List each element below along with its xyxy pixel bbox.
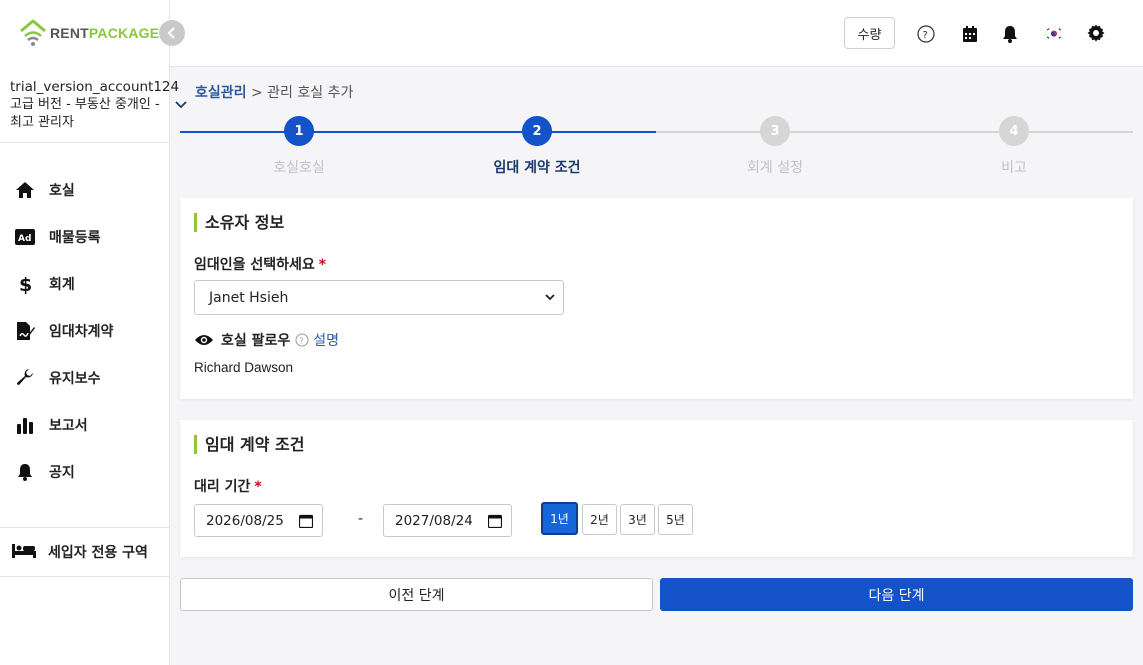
step-2-circle[interactable]: 2 xyxy=(522,116,552,146)
date-range-dash: - xyxy=(358,511,364,527)
breadcrumb-parent-link[interactable]: 호실관리 xyxy=(195,85,247,101)
follower-name: Richard Dawson xyxy=(194,360,294,375)
sidebar-item-label: 호실 xyxy=(49,182,75,199)
bed-icon xyxy=(12,542,36,562)
help-icon[interactable]: ? xyxy=(916,24,936,44)
sidebar-item-label: 공지 xyxy=(49,464,75,481)
brand-logo[interactable]: RENTPACKAGE xyxy=(18,18,159,48)
follow-label: 호실 팔로우 xyxy=(221,333,291,349)
svg-text:Ad: Ad xyxy=(18,234,31,244)
account-username: trial_version_account124 xyxy=(10,79,180,95)
quantity-button[interactable]: 수량 xyxy=(844,17,895,49)
chevron-left-icon xyxy=(167,27,175,39)
svg-text:?: ? xyxy=(923,30,928,41)
breadcrumb-current: 관리 호실 추가 xyxy=(267,85,354,101)
sidebar-item-label: 회계 xyxy=(49,276,75,293)
required-mark: * xyxy=(318,257,327,273)
sidebar-item-reports[interactable]: 보고서 xyxy=(0,401,170,448)
step-3-label: 회계 설정 xyxy=(747,160,803,176)
house-wifi-logo-icon xyxy=(18,19,48,47)
step-1-label: 호실호실 xyxy=(273,160,325,176)
tenant-zone-link[interactable]: 세입자 전용 구역 xyxy=(0,527,170,577)
sidebar-item-label: 임대차계약 xyxy=(49,323,114,340)
lease-terms-card: 임대 계약 조건 대리 기간 * 2026/08/25 - 2027/08/24 … xyxy=(180,420,1133,557)
end-date-input[interactable]: 2027/08/24 xyxy=(383,504,512,537)
step-progress: 1 호실호실 2 임대 계약 조건 3 회계 설정 4 비고 xyxy=(180,116,1133,180)
sidebar-item-label: 매물등록 xyxy=(49,229,101,246)
brand-name-part1: RENT xyxy=(50,25,89,41)
sidebar-item-accounting[interactable]: $ 회계 xyxy=(0,260,170,307)
svg-text:$: $ xyxy=(19,274,32,294)
sidebar-nav: 호실 Ad 매물등록 $ 회계 임대차계약 유지보수 보고서 공지 xyxy=(0,166,170,495)
account-info: trial_version_account124 고급 버전 - 부동산 중개인… xyxy=(10,78,180,132)
owner-info-card: 소유자 정보 임대인을 선택하세요 * Janet Hsieh 호실 팔로우 ? … xyxy=(180,198,1133,399)
top-bar: 수량 ? xyxy=(170,0,1143,67)
start-date-input[interactable]: 2026/08/25 xyxy=(194,504,323,537)
chevron-down-icon[interactable] xyxy=(174,98,188,112)
breadcrumb: 호실관리 > 관리 호실 추가 xyxy=(195,82,353,102)
end-date-value: 2027/08/24 xyxy=(395,512,473,529)
owner-card-title: 소유자 정보 xyxy=(194,213,284,232)
breadcrumb-separator: > xyxy=(246,85,268,101)
year-2-button[interactable]: 2년 xyxy=(582,504,617,535)
chevron-down-icon xyxy=(545,294,555,301)
brand-name-part2: PACKAGE xyxy=(88,25,160,41)
start-date-value: 2026/08/25 xyxy=(206,512,284,529)
step-2-label: 임대 계약 조건 xyxy=(493,160,581,176)
sidebar-item-rooms[interactable]: 호실 xyxy=(0,166,170,213)
ad-icon: Ad xyxy=(14,226,36,248)
help-link[interactable]: 설명 xyxy=(313,330,339,350)
year-3-button[interactable]: 3년 xyxy=(620,504,655,535)
next-step-button[interactable]: 다음 단계 xyxy=(660,578,1133,611)
landlord-field-label: 임대인을 선택하세요 * xyxy=(194,254,326,274)
sidebar-item-leases[interactable]: 임대차계약 xyxy=(0,307,170,354)
bell-icon xyxy=(14,461,36,483)
step-line-complete xyxy=(180,131,656,133)
wrench-icon xyxy=(14,367,36,389)
calendar-icon[interactable] xyxy=(960,24,980,44)
sidebar-item-notices[interactable]: 공지 xyxy=(0,448,170,495)
sidebar-item-label: 보고서 xyxy=(49,417,88,434)
eye-icon[interactable] xyxy=(194,333,214,347)
tenant-zone-label: 세입자 전용 구역 xyxy=(48,545,148,561)
follow-row: 호실 팔로우 ? 설명 xyxy=(194,330,339,350)
landlord-select[interactable]: Janet Hsieh xyxy=(194,280,564,315)
sidebar-item-label: 유지보수 xyxy=(49,370,101,387)
year-5-button[interactable]: 5년 xyxy=(658,504,693,535)
divider xyxy=(0,142,170,143)
svg-text:?: ? xyxy=(300,337,304,346)
step-4-circle[interactable]: 4 xyxy=(999,116,1029,146)
landlord-selected-value: Janet Hsieh xyxy=(209,289,289,306)
lease-card-title: 임대 계약 조건 xyxy=(194,435,304,454)
collapse-sidebar-button[interactable] xyxy=(159,20,185,46)
notification-bell-icon[interactable] xyxy=(1000,24,1020,44)
period-label-text: 대리 기간 xyxy=(194,479,251,495)
account-role: 최고 관리자 xyxy=(10,115,74,130)
calendar-icon[interactable] xyxy=(488,514,502,528)
sidebar-item-listings[interactable]: Ad 매물등록 xyxy=(0,213,170,260)
bar-chart-icon xyxy=(14,414,36,436)
korea-flag-icon[interactable] xyxy=(1044,23,1064,43)
contract-icon xyxy=(14,320,36,342)
dollar-icon: $ xyxy=(14,273,36,295)
settings-gear-icon[interactable] xyxy=(1086,23,1106,43)
step-1-circle[interactable]: 1 xyxy=(284,116,314,146)
year-1-button[interactable]: 1년 xyxy=(541,502,578,535)
calendar-icon[interactable] xyxy=(299,514,313,528)
account-plan: 고급 버전 - 부동산 중개인 - xyxy=(10,97,160,112)
previous-step-button[interactable]: 이전 단계 xyxy=(180,578,653,611)
home-icon xyxy=(14,179,36,201)
step-3-circle[interactable]: 3 xyxy=(760,116,790,146)
period-field-label: 대리 기간 * xyxy=(194,476,262,496)
sidebar: RENTPACKAGE trial_version_account124 고급 … xyxy=(0,0,180,665)
sidebar-item-maintenance[interactable]: 유지보수 xyxy=(0,354,170,401)
landlord-label-text: 임대인을 선택하세요 xyxy=(194,257,315,273)
step-4-label: 비고 xyxy=(1001,160,1027,176)
help-circle-icon[interactable]: ? xyxy=(295,333,309,347)
step-line-pending xyxy=(656,131,1133,133)
required-mark: * xyxy=(254,479,262,495)
